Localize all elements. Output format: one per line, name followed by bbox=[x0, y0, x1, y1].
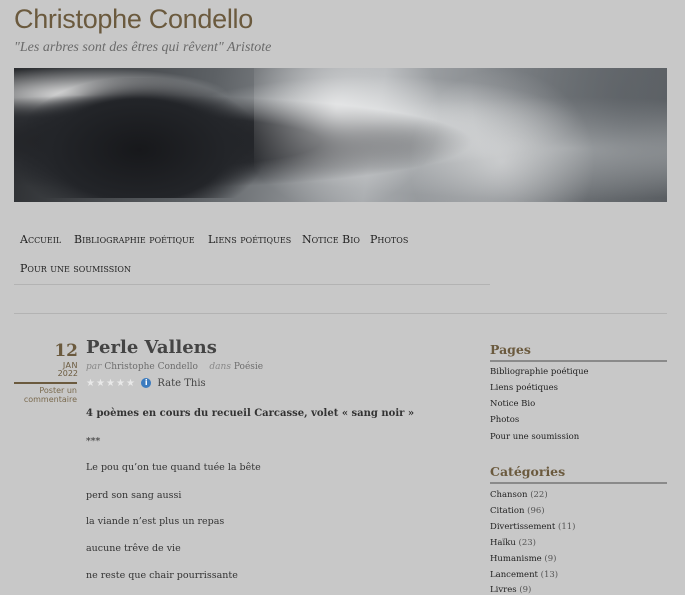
category-count: (13) bbox=[540, 570, 559, 580]
sidebar-category-link[interactable]: Livres (9) bbox=[490, 585, 531, 595]
post-title[interactable]: Perle Vallens bbox=[86, 337, 217, 358]
category-label[interactable]: Lancement bbox=[490, 570, 538, 580]
post-comment-link[interactable]: Poster un commentaire bbox=[14, 386, 77, 404]
sidebar-category-link[interactable]: Humanisme (9) bbox=[490, 554, 556, 564]
category-label[interactable]: Humanisme bbox=[490, 554, 542, 564]
sidebar-category-link[interactable]: Haïku (23) bbox=[490, 538, 536, 548]
banner-water-spray bbox=[254, 68, 667, 202]
meta-in-label: dans bbox=[209, 362, 231, 372]
sidebar-category-link[interactable]: Citation (96) bbox=[490, 506, 545, 516]
sidebar-category-link[interactable]: Chanson (22) bbox=[490, 490, 548, 500]
poem-line: ne reste que chair pourrissante bbox=[86, 570, 238, 581]
post-author-link[interactable]: Christophe Condello bbox=[104, 362, 198, 372]
category-count: (22) bbox=[530, 490, 548, 500]
category-count: (11) bbox=[558, 522, 576, 532]
nav-item-bibliographie[interactable]: Bibliographie poétique bbox=[74, 233, 195, 246]
sidebar-page-link[interactable]: Bibliographie poétique bbox=[490, 367, 589, 377]
post-date-year: 2022 bbox=[57, 369, 78, 378]
poem-line: aucune trêve de vie bbox=[86, 543, 181, 554]
rating-star-icon[interactable]: ★ bbox=[126, 379, 135, 389]
post-date-day: 12 bbox=[54, 341, 78, 361]
sidebar-category-link[interactable]: Divertissement (11) bbox=[490, 522, 575, 532]
nav-item-notice-bio[interactable]: Notice Bio bbox=[302, 233, 360, 246]
category-label[interactable]: Divertissement bbox=[490, 522, 555, 532]
sidebar-page-link[interactable]: Notice Bio bbox=[490, 399, 535, 409]
category-count: (96) bbox=[527, 506, 545, 516]
category-label[interactable]: Livres bbox=[490, 585, 517, 595]
category-count: (23) bbox=[518, 538, 536, 548]
rating-info-icon[interactable]: i bbox=[141, 378, 152, 388]
main-navigation: Accueil Bibliographie poétique Liens poé… bbox=[14, 224, 490, 285]
category-count: (9) bbox=[544, 554, 557, 564]
category-count: (9) bbox=[519, 585, 532, 595]
sidebar-category-link[interactable]: Lancement (13) bbox=[490, 570, 558, 580]
rating-star-icon[interactable]: ★ bbox=[106, 379, 115, 389]
poem-line: la viande n’est plus un repas bbox=[86, 516, 225, 527]
rating-star-icon[interactable]: ★ bbox=[96, 379, 105, 389]
post-separator: *** bbox=[86, 436, 101, 447]
category-label[interactable]: Haïku bbox=[490, 538, 516, 548]
rating-star-icon[interactable]: ★ bbox=[86, 379, 95, 389]
nav-item-soumission[interactable]: Pour une soumission bbox=[20, 262, 131, 275]
site-tagline: "Les arbres sont des êtres qui rêvent" A… bbox=[14, 40, 272, 55]
post-category-link[interactable]: Poésie bbox=[234, 362, 263, 372]
nav-item-liens[interactable]: Liens poétiques bbox=[208, 233, 291, 246]
rate-this-label: Rate This bbox=[157, 378, 206, 389]
meta-by-label: par bbox=[86, 362, 102, 372]
sidebar-heading-categories: Catégories bbox=[490, 464, 667, 484]
nav-item-accueil[interactable]: Accueil bbox=[20, 233, 61, 246]
category-label[interactable]: Citation bbox=[490, 506, 524, 516]
header-banner-image bbox=[14, 68, 667, 202]
date-divider bbox=[14, 382, 77, 384]
sidebar-page-link[interactable]: Liens poétiques bbox=[490, 383, 558, 393]
sidebar-page-link[interactable]: Pour une soumission bbox=[490, 432, 579, 442]
sidebar-heading-pages: Pages bbox=[490, 342, 667, 362]
post-rating: ★★★★★ i Rate This bbox=[86, 378, 206, 392]
post-meta: par Christophe Condello dans Poésie bbox=[86, 362, 263, 372]
banner-rock bbox=[14, 78, 264, 198]
poem-line: perd son sang aussi bbox=[86, 490, 182, 501]
nav-item-photos[interactable]: Photos bbox=[370, 233, 408, 246]
category-label[interactable]: Chanson bbox=[490, 490, 527, 500]
poem-line: Le pou qu’on tue quand tuée la bête bbox=[86, 462, 261, 473]
sidebar-page-link[interactable]: Photos bbox=[490, 415, 519, 425]
post-intro: 4 poèmes en cours du recueil Carcasse, v… bbox=[86, 408, 415, 419]
rating-star-icon[interactable]: ★ bbox=[116, 379, 125, 389]
content-divider bbox=[14, 313, 667, 314]
site-title[interactable]: Christophe Condello bbox=[14, 4, 253, 35]
